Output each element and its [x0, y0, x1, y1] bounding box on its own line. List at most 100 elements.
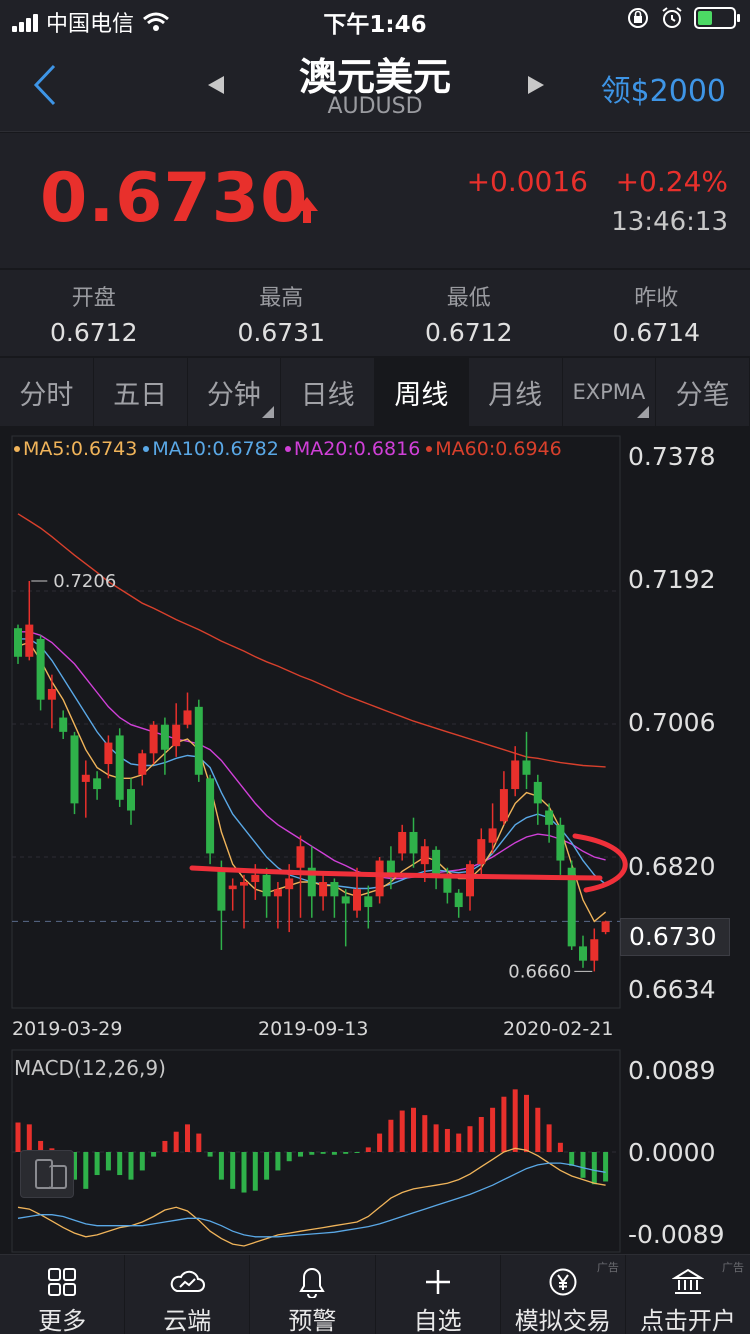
bank-icon [671, 1268, 704, 1294]
status-bar: 中国电信 下午1:46 [0, 0, 750, 40]
candle-body [420, 846, 429, 865]
candle-body [522, 760, 531, 775]
candle-body [364, 896, 373, 908]
macd-bar [343, 1152, 349, 1154]
macd-bar [252, 1152, 258, 1191]
kline-chart[interactable]: 0.7206 0.6660 [0, 428, 750, 1254]
next-symbol-icon[interactable] [526, 74, 546, 96]
macd-bar [128, 1152, 134, 1180]
tab-ticks[interactable]: 分笔 [656, 358, 750, 426]
macd-bar [433, 1124, 439, 1152]
candle-body [341, 896, 350, 904]
macd-bar [264, 1152, 270, 1180]
macd-bar [512, 1089, 518, 1152]
up-arrow-icon [296, 197, 318, 223]
macd-bar [218, 1152, 224, 1180]
yen-icon [549, 1268, 577, 1296]
landscape-toggle-button[interactable] [20, 1150, 74, 1198]
price-axis-label: 0.7192 [628, 565, 716, 594]
candle-body [14, 628, 22, 657]
plus-icon [425, 1270, 450, 1294]
candle-body [273, 889, 282, 897]
stats-row: 开盘 0.6712 最高 0.6731 最低 0.6712 昨收 0.6714 [0, 270, 750, 356]
cloud-button[interactable]: 云端 [125, 1255, 251, 1334]
chart-area[interactable]: 0.7206 0.6660 MA5:0.6743 MA10:0.6782 MA20… [0, 428, 750, 1254]
macd-bar [524, 1094, 529, 1152]
macd-bar [569, 1152, 575, 1166]
price-axis-label: 0.6820 [628, 852, 716, 881]
candle-body [160, 724, 169, 750]
macd-bar [388, 1119, 394, 1152]
candle-body [206, 778, 215, 854]
candle-body [172, 724, 181, 747]
cloud-icon [171, 1270, 206, 1292]
candle-body [81, 774, 90, 782]
stat-high: 最高 0.6731 [237, 286, 325, 347]
candle-body [149, 724, 158, 754]
candle-body [240, 882, 248, 886]
candle-body [138, 753, 147, 775]
macd-bar [151, 1152, 157, 1157]
rotation-lock-icon [628, 8, 648, 28]
candle-body [454, 892, 463, 908]
phone-rotate-icon [49, 1165, 67, 1189]
macd-dea-line [17, 1162, 606, 1238]
date-axis-label: 2020-02-21 [503, 1018, 614, 1040]
candle-body [319, 882, 328, 897]
tab-intraday[interactable]: 分时 [0, 358, 94, 426]
reward-link[interactable]: 领$2000 [601, 66, 726, 110]
candle-body [115, 735, 124, 800]
more-button[interactable]: 更多 [0, 1255, 126, 1334]
date-axis-label: 2019-03-29 [12, 1018, 123, 1040]
bell-icon [299, 1267, 326, 1298]
macd-bar [26, 1124, 32, 1152]
open-account-button[interactable]: 广告 点击开户 [626, 1255, 750, 1334]
tab-minute[interactable]: 分钟 [188, 358, 282, 426]
tab-five-day[interactable]: 五日 [94, 358, 188, 426]
legend-ma5: MA5:0.6743 [14, 438, 137, 460]
ad-badge: 广告 [596, 1261, 619, 1274]
candle-body [409, 831, 418, 854]
candle-body [251, 874, 260, 883]
candle-body [499, 789, 508, 822]
watchlist-button[interactable]: 自选 [376, 1255, 501, 1334]
macd-bar [230, 1152, 236, 1189]
macd-axis-label: 0.0000 [628, 1138, 716, 1167]
candle-body [533, 781, 542, 804]
dropdown-corner-icon [262, 406, 275, 418]
macd-bar [377, 1133, 383, 1152]
candle-body [47, 688, 56, 700]
tab-indicator[interactable]: EXPMA [563, 358, 657, 426]
macd-bar [331, 1152, 337, 1155]
candle-body [194, 706, 203, 775]
macd-bar [162, 1140, 168, 1152]
candle-body [590, 939, 599, 961]
alert-button[interactable]: 预警 [250, 1255, 376, 1334]
candle-body [511, 760, 520, 790]
candle-body [579, 946, 587, 961]
macd-bar [456, 1133, 462, 1152]
candle-body [285, 878, 294, 890]
macd-bar [467, 1126, 473, 1152]
candle-body [36, 638, 45, 700]
dropdown-corner-icon [637, 406, 650, 418]
macd-bar [241, 1152, 247, 1193]
period-tabs: 分时 五日 分钟 日线 周线 月线 EXPMA 分笔 [0, 358, 750, 426]
bottom-toolbar: 更多 云端 预警 自选 广告 模拟交易 广告 点击开户 [0, 1254, 750, 1334]
macd-bar [478, 1116, 484, 1152]
candle-body [127, 789, 135, 811]
candle-body [262, 874, 271, 897]
candle-body [477, 839, 486, 865]
candle-body [296, 846, 305, 868]
macd-bar [411, 1107, 416, 1152]
candle-body [398, 831, 407, 854]
macd-bar [15, 1122, 21, 1152]
simulated-trade-button[interactable]: 广告 模拟交易 [501, 1255, 626, 1334]
tab-monthly[interactable]: 月线 [469, 358, 563, 426]
tab-daily[interactable]: 日线 [281, 358, 375, 426]
macd-bar [207, 1152, 213, 1157]
candle-body [217, 871, 226, 911]
tab-weekly[interactable]: 周线 [375, 358, 469, 426]
candle-body [104, 742, 113, 765]
macd-bar [535, 1107, 541, 1152]
